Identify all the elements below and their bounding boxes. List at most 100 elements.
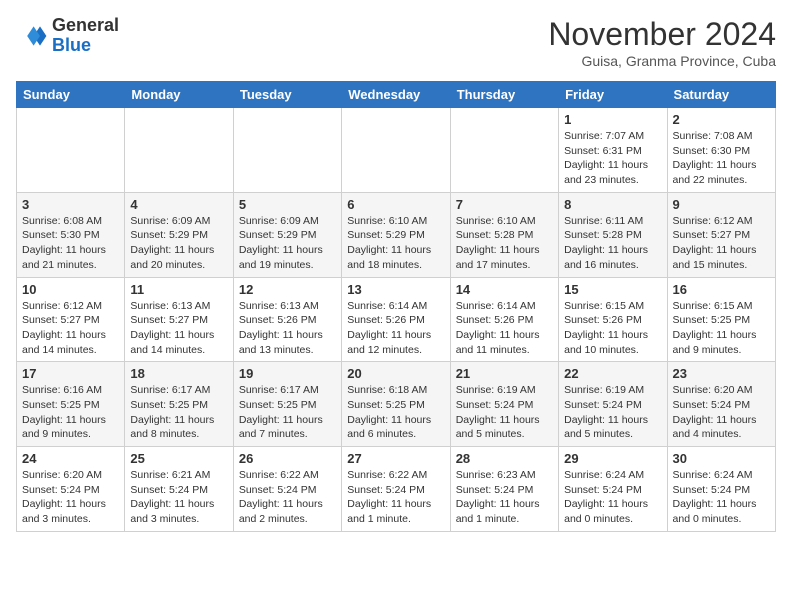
day-number: 18 — [130, 366, 227, 381]
day-info: Sunrise: 6:15 AM Sunset: 5:26 PM Dayligh… — [564, 299, 661, 358]
calendar-day-cell — [125, 108, 233, 193]
day-number: 14 — [456, 282, 553, 297]
header-day: Wednesday — [342, 82, 450, 108]
calendar-header: SundayMondayTuesdayWednesdayThursdayFrid… — [17, 82, 776, 108]
calendar-day-cell: 21 Sunrise: 6:19 AM Sunset: 5:24 PM Dayli… — [450, 362, 558, 447]
day-info: Sunrise: 6:24 AM Sunset: 5:24 PM Dayligh… — [673, 468, 770, 527]
calendar-day-cell: 23 Sunrise: 6:20 AM Sunset: 5:24 PM Dayli… — [667, 362, 775, 447]
day-info: Sunrise: 6:19 AM Sunset: 5:24 PM Dayligh… — [456, 383, 553, 442]
calendar-week: 3Sunrise: 6:08 AM Sunset: 5:30 PM Daylig… — [17, 192, 776, 277]
day-number: 25 — [130, 451, 227, 466]
calendar-day-cell: 1 Sunrise: 7:07 AM Sunset: 6:31 PM Daylig… — [559, 108, 667, 193]
day-number: 11 — [130, 282, 227, 297]
day-number: 2 — [673, 112, 770, 127]
day-number: 28 — [456, 451, 553, 466]
calendar-day-cell: 4 Sunrise: 6:09 AM Sunset: 5:29 PM Daylig… — [125, 192, 233, 277]
logo: General Blue — [16, 16, 119, 56]
calendar-day-cell: 13 Sunrise: 6:14 AM Sunset: 5:26 PM Dayli… — [342, 277, 450, 362]
day-number: 8 — [564, 197, 661, 212]
day-number: 26 — [239, 451, 336, 466]
calendar-day-cell: 10Sunrise: 6:12 AM Sunset: 5:27 PM Dayli… — [17, 277, 125, 362]
calendar-day-cell: 18 Sunrise: 6:17 AM Sunset: 5:25 PM Dayli… — [125, 362, 233, 447]
day-number: 13 — [347, 282, 444, 297]
page-header: General Blue November 2024 Guisa, Granma… — [16, 16, 776, 69]
calendar-week: 24Sunrise: 6:20 AM Sunset: 5:24 PM Dayli… — [17, 447, 776, 532]
day-number: 5 — [239, 197, 336, 212]
day-info: Sunrise: 6:10 AM Sunset: 5:29 PM Dayligh… — [347, 214, 444, 273]
calendar-day-cell: 7 Sunrise: 6:10 AM Sunset: 5:28 PM Daylig… — [450, 192, 558, 277]
calendar-day-cell: 9 Sunrise: 6:12 AM Sunset: 5:27 PM Daylig… — [667, 192, 775, 277]
day-info: Sunrise: 6:12 AM Sunset: 5:27 PM Dayligh… — [673, 214, 770, 273]
day-info: Sunrise: 6:23 AM Sunset: 5:24 PM Dayligh… — [456, 468, 553, 527]
day-number: 10 — [22, 282, 119, 297]
day-info: Sunrise: 6:13 AM Sunset: 5:27 PM Dayligh… — [130, 299, 227, 358]
calendar-day-cell — [17, 108, 125, 193]
day-info: Sunrise: 6:13 AM Sunset: 5:26 PM Dayligh… — [239, 299, 336, 358]
logo-general: General — [52, 15, 119, 35]
day-info: Sunrise: 6:17 AM Sunset: 5:25 PM Dayligh… — [130, 383, 227, 442]
day-info: Sunrise: 6:20 AM Sunset: 5:24 PM Dayligh… — [673, 383, 770, 442]
day-number: 17 — [22, 366, 119, 381]
calendar-week: 17 Sunrise: 6:16 AM Sunset: 5:25 PM Dayli… — [17, 362, 776, 447]
calendar-day-cell: 20 Sunrise: 6:18 AM Sunset: 5:25 PM Dayli… — [342, 362, 450, 447]
calendar-day-cell: 16Sunrise: 6:15 AM Sunset: 5:25 PM Dayli… — [667, 277, 775, 362]
day-info: Sunrise: 6:21 AM Sunset: 5:24 PM Dayligh… — [130, 468, 227, 527]
day-number: 23 — [673, 366, 770, 381]
header-day: Monday — [125, 82, 233, 108]
month-title: November 2024 — [548, 16, 776, 53]
day-info: Sunrise: 6:10 AM Sunset: 5:28 PM Dayligh… — [456, 214, 553, 273]
calendar-day-cell: 6 Sunrise: 6:10 AM Sunset: 5:29 PM Daylig… — [342, 192, 450, 277]
day-info: Sunrise: 6:16 AM Sunset: 5:25 PM Dayligh… — [22, 383, 119, 442]
calendar-table: SundayMondayTuesdayWednesdayThursdayFrid… — [16, 81, 776, 532]
logo-blue: Blue — [52, 35, 91, 55]
calendar-day-cell: 8 Sunrise: 6:11 AM Sunset: 5:28 PM Daylig… — [559, 192, 667, 277]
day-info: Sunrise: 6:22 AM Sunset: 5:24 PM Dayligh… — [347, 468, 444, 527]
day-info: Sunrise: 6:11 AM Sunset: 5:28 PM Dayligh… — [564, 214, 661, 273]
calendar-week: 1 Sunrise: 7:07 AM Sunset: 6:31 PM Daylig… — [17, 108, 776, 193]
calendar-week: 10Sunrise: 6:12 AM Sunset: 5:27 PM Dayli… — [17, 277, 776, 362]
day-number: 20 — [347, 366, 444, 381]
day-number: 4 — [130, 197, 227, 212]
calendar-day-cell — [233, 108, 341, 193]
day-info: Sunrise: 6:09 AM Sunset: 5:29 PM Dayligh… — [130, 214, 227, 273]
calendar-day-cell: 22Sunrise: 6:19 AM Sunset: 5:24 PM Dayli… — [559, 362, 667, 447]
day-number: 30 — [673, 451, 770, 466]
logo-text: General Blue — [52, 16, 119, 56]
day-info: Sunrise: 6:09 AM Sunset: 5:29 PM Dayligh… — [239, 214, 336, 273]
calendar-day-cell: 26Sunrise: 6:22 AM Sunset: 5:24 PM Dayli… — [233, 447, 341, 532]
calendar-day-cell: 28 Sunrise: 6:23 AM Sunset: 5:24 PM Dayli… — [450, 447, 558, 532]
calendar-day-cell: 25 Sunrise: 6:21 AM Sunset: 5:24 PM Dayli… — [125, 447, 233, 532]
day-number: 6 — [347, 197, 444, 212]
day-info: Sunrise: 6:17 AM Sunset: 5:25 PM Dayligh… — [239, 383, 336, 442]
day-info: Sunrise: 7:07 AM Sunset: 6:31 PM Dayligh… — [564, 129, 661, 188]
day-number: 24 — [22, 451, 119, 466]
day-number: 29 — [564, 451, 661, 466]
day-number: 21 — [456, 366, 553, 381]
calendar-day-cell: 2 Sunrise: 7:08 AM Sunset: 6:30 PM Daylig… — [667, 108, 775, 193]
calendar-day-cell: 17 Sunrise: 6:16 AM Sunset: 5:25 PM Dayli… — [17, 362, 125, 447]
day-info: Sunrise: 7:08 AM Sunset: 6:30 PM Dayligh… — [673, 129, 770, 188]
day-info: Sunrise: 6:24 AM Sunset: 5:24 PM Dayligh… — [564, 468, 661, 527]
calendar-day-cell: 14 Sunrise: 6:14 AM Sunset: 5:26 PM Dayli… — [450, 277, 558, 362]
calendar-body: 1 Sunrise: 7:07 AM Sunset: 6:31 PM Daylig… — [17, 108, 776, 532]
calendar-day-cell: 12Sunrise: 6:13 AM Sunset: 5:26 PM Dayli… — [233, 277, 341, 362]
day-number: 7 — [456, 197, 553, 212]
calendar-day-cell — [450, 108, 558, 193]
day-info: Sunrise: 6:18 AM Sunset: 5:25 PM Dayligh… — [347, 383, 444, 442]
day-number: 16 — [673, 282, 770, 297]
day-number: 15 — [564, 282, 661, 297]
day-info: Sunrise: 6:14 AM Sunset: 5:26 PM Dayligh… — [347, 299, 444, 358]
header-day: Tuesday — [233, 82, 341, 108]
calendar-day-cell: 24Sunrise: 6:20 AM Sunset: 5:24 PM Dayli… — [17, 447, 125, 532]
calendar-day-cell: 29 Sunrise: 6:24 AM Sunset: 5:24 PM Dayli… — [559, 447, 667, 532]
calendar-day-cell — [342, 108, 450, 193]
calendar-day-cell: 27Sunrise: 6:22 AM Sunset: 5:24 PM Dayli… — [342, 447, 450, 532]
day-number: 3 — [22, 197, 119, 212]
day-number: 22 — [564, 366, 661, 381]
day-info: Sunrise: 6:14 AM Sunset: 5:26 PM Dayligh… — [456, 299, 553, 358]
header-day: Sunday — [17, 82, 125, 108]
day-number: 1 — [564, 112, 661, 127]
day-number: 9 — [673, 197, 770, 212]
calendar-day-cell: 5 Sunrise: 6:09 AM Sunset: 5:29 PM Daylig… — [233, 192, 341, 277]
header-day: Thursday — [450, 82, 558, 108]
